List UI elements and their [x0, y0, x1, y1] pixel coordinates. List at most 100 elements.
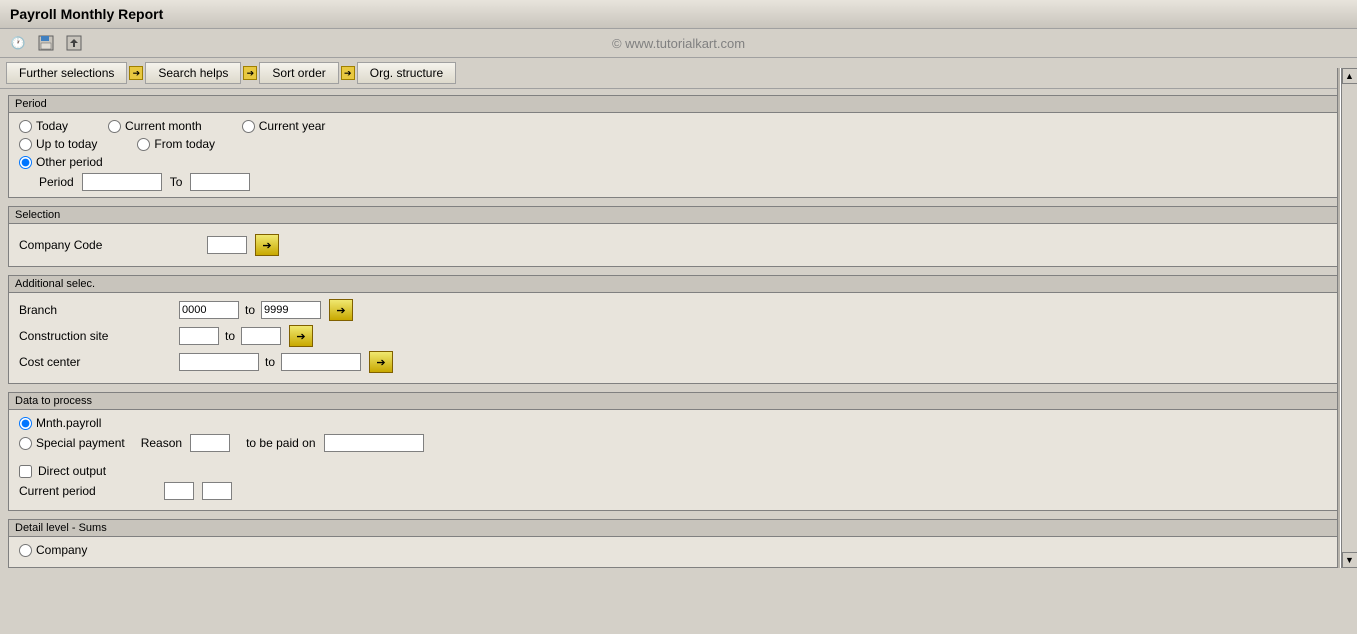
scroll-up-btn[interactable]: ▲ [1342, 68, 1357, 84]
period-row-3: Other period [19, 155, 1338, 169]
toolbar: 🕐 © www.tutorialkart.com [0, 29, 1357, 58]
selection-section-body: Company Code ➔ [9, 224, 1348, 266]
cost-center-to-label: to [265, 355, 275, 369]
branch-select-btn[interactable]: ➔ [329, 299, 353, 321]
tab-search-helps[interactable]: Search helps [145, 62, 241, 84]
radio-today-input[interactable] [19, 120, 32, 133]
additional-section-body: Branch to ➔ Construction site to ➔ Cost … [9, 293, 1348, 383]
period-from-input[interactable] [82, 173, 162, 191]
data-process-body: Mnth.payroll Special payment Reason to b… [9, 410, 1348, 510]
direct-output-row: Direct output [19, 464, 1338, 478]
direct-output-checkbox[interactable] [19, 465, 32, 478]
period-section-header: Period [9, 96, 1348, 113]
detail-section: Detail level - Sums Company [8, 519, 1349, 568]
period-to-input[interactable] [190, 173, 250, 191]
construction-site-label: Construction site [19, 329, 179, 343]
data-process-header: Data to process [9, 393, 1348, 410]
selection-section-header: Selection [9, 207, 1348, 224]
watermark: © www.tutorialkart.com [612, 36, 745, 51]
period-row-1: Today Current month Current year [19, 119, 1338, 133]
additional-section: Additional selec. Branch to ➔ Constructi… [8, 275, 1349, 384]
mnth-payroll-row: Mnth.payroll [19, 416, 1338, 430]
title-bar: Payroll Monthly Report [0, 0, 1357, 29]
radio-mnth-payroll[interactable]: Mnth.payroll [19, 416, 101, 430]
tab-arrow-3: ➔ [341, 66, 355, 80]
cost-center-to-input[interactable] [281, 353, 361, 371]
cost-center-from-input[interactable] [179, 353, 259, 371]
construction-site-from-input[interactable] [179, 327, 219, 345]
construction-site-select-btn[interactable]: ➔ [289, 325, 313, 347]
page-title: Payroll Monthly Report [10, 6, 163, 22]
to-be-paid-input[interactable] [324, 434, 424, 452]
period-section: Period Today Current month Current year [8, 95, 1349, 198]
save-icon[interactable] [36, 33, 56, 53]
period-label: Period [39, 175, 74, 189]
tab-bar: Further selections ➔ Search helps ➔ Sort… [0, 58, 1357, 89]
scrollbar: ▲ ▼ [1341, 68, 1357, 568]
branch-to-label: to [245, 303, 255, 317]
current-period-input2[interactable] [202, 482, 232, 500]
radio-from-today-input[interactable] [137, 138, 150, 151]
additional-section-header: Additional selec. [9, 276, 1348, 293]
construction-site-to-label: to [225, 329, 235, 343]
construction-site-row: Construction site to ➔ [19, 325, 1338, 347]
reason-label: Reason [141, 436, 182, 450]
company-code-row: Company Code ➔ [19, 230, 1338, 260]
branch-from-input[interactable] [179, 301, 239, 319]
tab-org-structure[interactable]: Org. structure [357, 62, 456, 84]
radio-other-period-input[interactable] [19, 156, 32, 169]
tab-sort-order-label: Sort order [272, 66, 325, 80]
radio-from-today[interactable]: From today [137, 137, 215, 151]
tab-org-structure-label: Org. structure [370, 66, 443, 80]
special-payment-row: Special payment Reason to be paid on [19, 434, 1338, 452]
radio-current-month[interactable]: Current month [108, 119, 202, 133]
company-code-label: Company Code [19, 238, 199, 252]
current-period-label: Current period [19, 484, 96, 498]
company-code-input[interactable] [207, 236, 247, 254]
detail-section-header: Detail level - Sums [9, 520, 1348, 537]
scroll-down-btn[interactable]: ▼ [1342, 552, 1357, 568]
current-period-input1[interactable] [164, 482, 194, 500]
radio-company[interactable]: Company [19, 543, 87, 557]
clock-icon[interactable]: 🕐 [8, 33, 28, 53]
tab-search-helps-label: Search helps [158, 66, 228, 80]
detail-section-body: Company [9, 537, 1348, 567]
cost-center-row: Cost center to ➔ [19, 351, 1338, 373]
reason-input[interactable] [190, 434, 230, 452]
period-input-row: Period To [19, 173, 1338, 191]
company-code-select-btn[interactable]: ➔ [255, 234, 279, 256]
construction-site-to-input[interactable] [241, 327, 281, 345]
main-content: Period Today Current month Current year [0, 89, 1357, 613]
radio-up-to-today[interactable]: Up to today [19, 137, 97, 151]
radio-special-payment[interactable]: Special payment [19, 436, 125, 450]
radio-current-year[interactable]: Current year [242, 119, 326, 133]
tab-further-selections[interactable]: Further selections [6, 62, 127, 84]
tab-further-selections-label: Further selections [19, 66, 114, 80]
to-be-paid-label: to be paid on [246, 436, 315, 450]
period-row-2: Up to today From today [19, 137, 1338, 151]
tab-sort-order[interactable]: Sort order [259, 62, 338, 84]
export-icon[interactable] [64, 33, 84, 53]
tab-arrow-2: ➔ [243, 66, 257, 80]
selection-section: Selection Company Code ➔ [8, 206, 1349, 267]
data-process-section: Data to process Mnth.payroll Special pay… [8, 392, 1349, 511]
company-row: Company [19, 543, 1338, 557]
radio-mnth-payroll-input[interactable] [19, 417, 32, 430]
radio-current-year-input[interactable] [242, 120, 255, 133]
radio-company-input[interactable] [19, 544, 32, 557]
radio-up-to-today-input[interactable] [19, 138, 32, 151]
branch-label: Branch [19, 303, 179, 317]
current-period-row: Current period [19, 482, 1338, 500]
direct-output-label: Direct output [38, 464, 106, 478]
vertical-divider [1337, 68, 1341, 568]
radio-today[interactable]: Today [19, 119, 68, 133]
period-section-body: Today Current month Current year Up to t… [9, 113, 1348, 197]
radio-current-month-input[interactable] [108, 120, 121, 133]
cost-center-label: Cost center [19, 355, 179, 369]
branch-to-input[interactable] [261, 301, 321, 319]
cost-center-select-btn[interactable]: ➔ [369, 351, 393, 373]
branch-row: Branch to ➔ [19, 299, 1338, 321]
radio-special-payment-input[interactable] [19, 437, 32, 450]
tab-arrow-1: ➔ [129, 66, 143, 80]
radio-other-period[interactable]: Other period [19, 155, 103, 169]
